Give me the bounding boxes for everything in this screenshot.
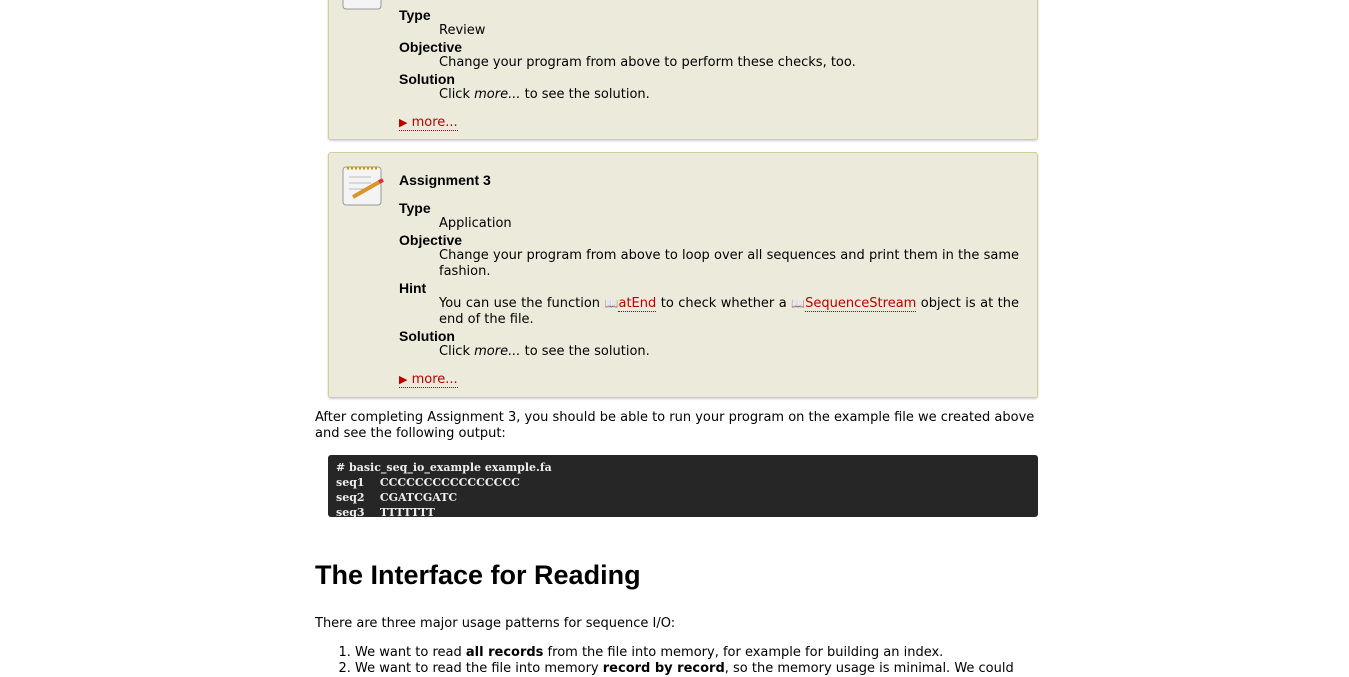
book-icon: 📖 [604,297,619,310]
type-label: Type [399,200,431,216]
sequencestream-link[interactable]: SequenceStream [805,296,917,312]
solution-label: Solution [399,71,455,87]
solution-label: Solution [399,328,455,344]
assignment-title: Assignment 3 [399,172,491,188]
objective-value: Change your program from above to loop o… [439,248,1019,279]
triangle-right-icon: ▶ [399,116,408,129]
triangle-right-icon: ▶ [399,373,408,386]
notepad-pencil-icon [341,163,385,207]
section-heading: The Interface for Reading [315,560,641,590]
objective-value: Change your program from above to perfor… [439,55,856,70]
usage-list: We want to read all records from the fil… [315,645,1038,677]
solution-value: Click more... to see the solution. [439,344,650,359]
objective-label: Objective [399,232,463,248]
book-icon: 📖 [791,297,806,310]
type-value: Application [439,216,512,231]
assignment-2-box: Type Review Objective Change your progra… [328,0,1038,140]
hint-label: Hint [399,280,427,296]
list-item: We want to read the file into memory rec… [355,661,1038,677]
type-label: Type [399,7,431,23]
intro-text: There are three major usage patterns for… [315,616,676,631]
more-toggle[interactable]: ▶ more... [399,373,458,388]
code-block: # basic_seq_io_example example.fa seq1 C… [328,455,1038,519]
atend-link[interactable]: atEnd [618,296,657,312]
assignment-3-box: Assignment 3 Type Application Objective … [328,152,1038,398]
list-item: We want to read all records from the fil… [355,645,1038,661]
more-toggle[interactable]: ▶ more... [399,116,458,131]
solution-value: Click more... to see the solution. [439,87,650,102]
objective-label: Objective [399,39,463,55]
notepad-pencil-icon [341,0,385,11]
hint-value: You can use the function 📖atEnd to check… [439,296,1019,327]
type-value: Review [439,23,486,38]
after-text: After completing Assignment 3, you shoul… [315,410,1035,441]
